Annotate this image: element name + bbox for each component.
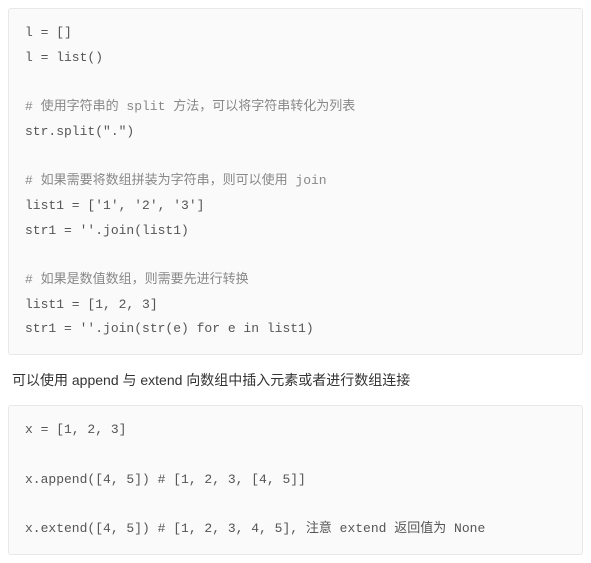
code-line: list1 = ['1', '2', '3']	[25, 198, 204, 213]
code-comment: # 如果需要将数组拼装为字符串，则可以使用 join	[25, 173, 327, 188]
code-block-1: l = [] l = list() # 使用字符串的 split 方法，可以将字…	[8, 8, 583, 355]
code-line: str.split(".")	[25, 124, 134, 139]
code-line: x.extend([4, 5]) # [1, 2, 3, 4, 5], 注意 e…	[25, 521, 485, 536]
code-comment: # 如果是数值数组，则需要先进行转换	[25, 272, 249, 287]
paragraph-text: 可以使用 append 与 extend 向数组中插入元素或者进行数组连接	[12, 369, 579, 391]
code-block-2: x = [1, 2, 3] x.append([4, 5]) # [1, 2, …	[8, 405, 583, 554]
code-line: x.append([4, 5]) # [1, 2, 3, [4, 5]]	[25, 472, 306, 487]
code-line: list1 = [1, 2, 3]	[25, 297, 158, 312]
code-line: l = list()	[25, 50, 103, 65]
code-line: str1 = ''.join(list1)	[25, 223, 189, 238]
code-line: l = []	[25, 25, 72, 40]
code-line: str1 = ''.join(str(e) for e in list1)	[25, 321, 314, 336]
code-line: x = [1, 2, 3]	[25, 422, 126, 437]
code-comment: # 使用字符串的 split 方法，可以将字符串转化为列表	[25, 99, 355, 114]
